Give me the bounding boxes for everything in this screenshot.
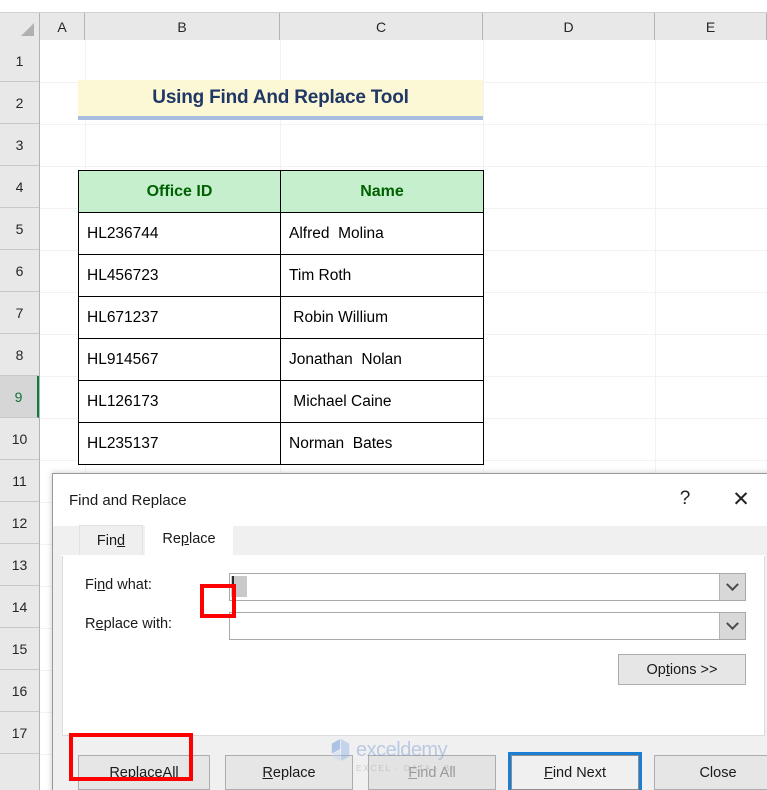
cell-name[interactable]: Michael Caine — [280, 380, 484, 423]
cell-name[interactable]: Robin Willium — [280, 296, 484, 339]
row-header-5[interactable]: 5 — [0, 208, 39, 250]
replace-all-button[interactable]: Replace All — [78, 755, 210, 790]
table-header-row: Office ID Name — [78, 170, 484, 213]
find-what-combo[interactable] — [229, 573, 746, 601]
find-what-text-caret — [231, 576, 247, 597]
table-row: HL126173 Michael Caine — [78, 380, 484, 423]
tab-replace-label: Re — [162, 531, 181, 547]
find-what-input[interactable] — [230, 574, 719, 600]
dialog-tabs: Fin d Re p lace — [61, 522, 766, 556]
dialog-titlebar[interactable]: Find and Replace ? ✕ — [53, 474, 767, 526]
column-header-office-id: Office ID — [78, 170, 281, 213]
tab-replace-label-rest: lace — [189, 531, 216, 547]
row-header-17[interactable]: 17 — [0, 712, 39, 754]
cell-office-id[interactable]: HL236744 — [78, 212, 281, 255]
excel-screenshot: ABCDE 1 2 3 4 5 6 7 8 9 10 11 12 13 14 15 16 17 Using Fi… — [0, 0, 767, 790]
replace-with-accel: e — [95, 616, 104, 632]
dialog-button-bar: Replace All Replace Find All Find Next C… — [53, 744, 767, 790]
page-title: Using Find And Replace Tool — [152, 87, 409, 108]
cell-office-id[interactable]: HL235137 — [78, 422, 281, 465]
replace-with-input[interactable] — [230, 613, 719, 639]
tab-find-accel: d — [117, 532, 126, 549]
column-header-b[interactable]: B — [85, 13, 280, 40]
close-icon[interactable]: ✕ — [722, 482, 760, 516]
row-header-11[interactable]: 11 — [0, 460, 39, 502]
row-header-4[interactable]: 4 — [0, 166, 39, 208]
row-header-14[interactable]: 14 — [0, 586, 39, 628]
chevron-down-icon — [726, 616, 739, 630]
table-row: HL236744 Alfred Molina — [78, 212, 484, 255]
options-button[interactable]: Op t ions >> — [618, 654, 746, 685]
find-what-dropdown-button[interactable] — [719, 574, 745, 600]
row-header-7[interactable]: 7 — [0, 292, 39, 334]
column-header-e[interactable]: E — [655, 13, 767, 40]
row-header-3[interactable]: 3 — [0, 124, 39, 166]
select-all-corner[interactable] — [0, 13, 40, 40]
dialog-title: Find and Replace — [69, 491, 187, 509]
dialog-panel: Find what: Replace with: Op t ions >> — [62, 556, 765, 736]
cell-name[interactable]: Jonathan Nolan — [280, 338, 484, 381]
cell-office-id[interactable]: HL456723 — [78, 254, 281, 297]
grid-line-horizontal — [40, 124, 767, 125]
column-header-a[interactable]: A — [40, 13, 85, 40]
row-header-15[interactable]: 15 — [0, 628, 39, 670]
close-button[interactable]: Close — [654, 755, 767, 790]
row-header-10[interactable]: 10 — [0, 418, 39, 460]
help-icon[interactable]: ? — [666, 482, 704, 516]
cell-office-id[interactable]: HL914567 — [78, 338, 281, 381]
column-header-name: Name — [280, 170, 484, 213]
find-next-button[interactable]: Find Next — [508, 752, 642, 790]
title-banner: Using Find And Replace Tool — [78, 80, 483, 120]
row-header-13[interactable]: 13 — [0, 544, 39, 586]
find-what-accel: n — [97, 577, 106, 593]
chevron-down-icon — [726, 577, 739, 591]
cell-name[interactable]: Alfred Molina — [280, 212, 484, 255]
row-header-16[interactable]: 16 — [0, 670, 39, 712]
column-header-d[interactable]: D — [483, 13, 655, 40]
grid-line-horizontal — [40, 166, 767, 167]
table-row: HL671237 Robin Willium — [78, 296, 484, 339]
replace-button[interactable]: Replace — [225, 755, 353, 790]
table-row: HL235137 Norman Bates — [78, 422, 484, 465]
tab-replace[interactable]: Re p lace — [145, 522, 233, 555]
column-header-c[interactable]: C — [280, 13, 483, 40]
row-header-9[interactable]: 9 — [0, 376, 39, 418]
replace-with-dropdown-button[interactable] — [719, 613, 745, 639]
row-header-column: 1 2 3 4 5 6 7 8 9 10 11 12 13 14 15 16 17 — [0, 40, 40, 790]
find-all-button[interactable]: Find All — [368, 755, 496, 790]
replace-with-label: Replace with: — [85, 616, 173, 632]
select-all-triangle-icon — [21, 23, 34, 36]
replace-with-combo[interactable] — [229, 612, 746, 640]
tab-find[interactable]: Fin d — [79, 525, 143, 555]
cell-name[interactable]: Tim Roth — [280, 254, 484, 297]
table-row: HL914567 Jonathan Nolan — [78, 338, 484, 381]
find-what-label: Find what: — [85, 577, 152, 593]
cell-name[interactable]: Norman Bates — [280, 422, 484, 465]
cell-office-id[interactable]: HL126173 — [78, 380, 281, 423]
tab-replace-accel: p — [180, 531, 189, 547]
tab-find-label: Fin — [96, 532, 118, 549]
row-header-8[interactable]: 8 — [0, 334, 39, 376]
data-table: Office ID Name HL236744 Alfred Molina HL45… — [78, 170, 484, 465]
row-header-1[interactable]: 1 — [0, 40, 39, 82]
column-header-row: ABCDE — [0, 12, 767, 40]
table-row: HL456723 Tim Roth — [78, 254, 484, 297]
find-and-replace-dialog: Find and Replace ? ✕ Fin d Re p lace Find w… — [52, 473, 767, 790]
cell-office-id[interactable]: HL671237 — [78, 296, 281, 339]
row-header-2[interactable]: 2 — [0, 82, 39, 124]
row-header-6[interactable]: 6 — [0, 250, 39, 292]
row-header-12[interactable]: 12 — [0, 502, 39, 544]
